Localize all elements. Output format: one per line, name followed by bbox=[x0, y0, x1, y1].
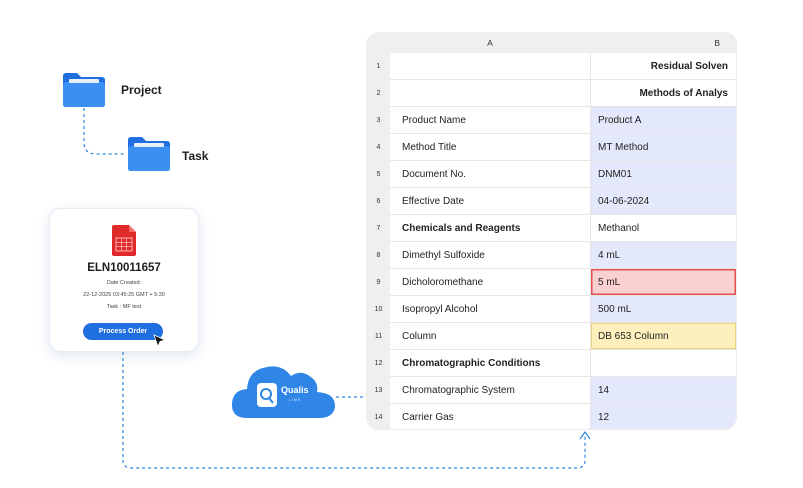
cell-b[interactable]: 14 bbox=[590, 377, 736, 404]
cell-b-warning[interactable]: DB 653 Column bbox=[590, 323, 736, 350]
row-number[interactable]: 5 bbox=[367, 161, 390, 188]
cell-b[interactable]: DNM01 bbox=[590, 161, 736, 188]
column-header-a[interactable]: A bbox=[390, 33, 590, 53]
process-order-button[interactable]: Process Order bbox=[83, 323, 163, 340]
row-number[interactable]: 2 bbox=[367, 80, 390, 107]
cell-b[interactable]: 500 mL bbox=[590, 296, 736, 323]
cell-a[interactable]: Document No. bbox=[390, 161, 590, 188]
cell-a[interactable]: Product Name bbox=[390, 107, 590, 134]
cell-a[interactable]: Chromatographic System bbox=[390, 377, 590, 404]
cell-b[interactable] bbox=[590, 350, 736, 377]
cell-a[interactable]: Dimethyl Sulfoxide bbox=[390, 242, 590, 269]
project-label[interactable]: Project bbox=[121, 83, 162, 97]
cell-b[interactable]: Methods of Analys bbox=[590, 80, 736, 107]
table-row: 9 Dicholoromethane 5 mL bbox=[367, 269, 736, 296]
table-row: 8 Dimethyl Sulfoxide 4 mL bbox=[367, 242, 736, 269]
row-number[interactable]: 1 bbox=[367, 53, 390, 80]
row-number[interactable]: 7 bbox=[367, 215, 390, 242]
cloud-brand-sub: LIMS bbox=[289, 398, 302, 402]
cell-b[interactable]: MT Method bbox=[590, 134, 736, 161]
cell-a[interactable]: Method Title bbox=[390, 134, 590, 161]
task-label[interactable]: Task bbox=[182, 149, 208, 163]
cell-a[interactable]: Isopropyl Alcohol bbox=[390, 296, 590, 323]
connector-arrowhead bbox=[579, 430, 591, 440]
table-row: 3 Product Name Product A bbox=[367, 107, 736, 134]
row-number[interactable]: 4 bbox=[367, 134, 390, 161]
spreadsheet-file-icon bbox=[112, 225, 136, 256]
table-row: 12 Chromatographic Conditions bbox=[367, 350, 736, 377]
corner-header bbox=[367, 33, 390, 53]
project-folder-icon[interactable] bbox=[61, 72, 107, 108]
task-text: Task : MF test bbox=[106, 304, 142, 310]
cell-b[interactable]: Methanol bbox=[590, 215, 736, 242]
table-row: 10 Isopropyl Alcohol 500 mL bbox=[367, 296, 736, 323]
cell-a[interactable] bbox=[390, 80, 590, 107]
row-number[interactable]: 8 bbox=[367, 242, 390, 269]
table-row: 14 Carrier Gas 12 bbox=[367, 404, 736, 429]
cell-a[interactable] bbox=[390, 53, 590, 80]
column-header-b[interactable]: B bbox=[590, 33, 736, 53]
table-row: 1 Residual Solven bbox=[367, 53, 736, 80]
table-row: 13 Chromatographic System 14 bbox=[367, 377, 736, 404]
table-row: 6 Effective Date 04-06-2024 bbox=[367, 188, 736, 215]
table-row: 2 Methods of Analys bbox=[367, 80, 736, 107]
spreadsheet: A B 1 Residual Solven 2 Methods of Analy… bbox=[367, 33, 736, 429]
row-number[interactable]: 10 bbox=[367, 296, 390, 323]
table-row: 11 Column DB 653 Column bbox=[367, 323, 736, 350]
row-number[interactable]: 14 bbox=[367, 404, 390, 429]
row-number[interactable]: 9 bbox=[367, 269, 390, 296]
task-folder-icon[interactable] bbox=[126, 136, 172, 172]
cell-a[interactable]: Effective Date bbox=[390, 188, 590, 215]
date-created-value: 22-12-2025 03:45:25 GMT + 5:30 bbox=[83, 292, 165, 298]
cell-a[interactable]: Dicholoromethane bbox=[390, 269, 590, 296]
table-row: 7 Chemicals and Reagents Methanol bbox=[367, 215, 736, 242]
cell-a[interactable]: Column bbox=[390, 323, 590, 350]
cell-a[interactable]: Chromatographic Conditions bbox=[390, 350, 590, 377]
cell-b[interactable]: 4 mL bbox=[590, 242, 736, 269]
date-created-label: Date Created: bbox=[106, 280, 142, 286]
cell-a[interactable]: Chemicals and Reagents bbox=[390, 215, 590, 242]
mouse-cursor-icon bbox=[153, 334, 167, 348]
row-number[interactable]: 3 bbox=[367, 107, 390, 134]
eln-card: ELN10011657 Date Created: 22-12-2025 03:… bbox=[49, 208, 199, 352]
row-number[interactable]: 13 bbox=[367, 377, 390, 404]
cell-b[interactable]: 12 bbox=[590, 404, 736, 429]
row-number[interactable]: 12 bbox=[367, 350, 390, 377]
cloud-brand-name: Qualis bbox=[281, 385, 309, 395]
cell-b-error[interactable]: 5 mL bbox=[590, 269, 736, 296]
table-row: 5 Document No. DNM01 bbox=[367, 161, 736, 188]
cell-b[interactable]: Product A bbox=[590, 107, 736, 134]
cell-b[interactable]: Residual Solven bbox=[590, 53, 736, 80]
cell-b[interactable]: 04-06-2024 bbox=[590, 188, 736, 215]
row-number[interactable]: 11 bbox=[367, 323, 390, 350]
eln-id: ELN10011657 bbox=[87, 262, 161, 274]
row-number[interactable]: 6 bbox=[367, 188, 390, 215]
cell-a[interactable]: Carrier Gas bbox=[390, 404, 590, 429]
project-task-connector bbox=[83, 108, 126, 155]
table-row: 4 Method Title MT Method bbox=[367, 134, 736, 161]
